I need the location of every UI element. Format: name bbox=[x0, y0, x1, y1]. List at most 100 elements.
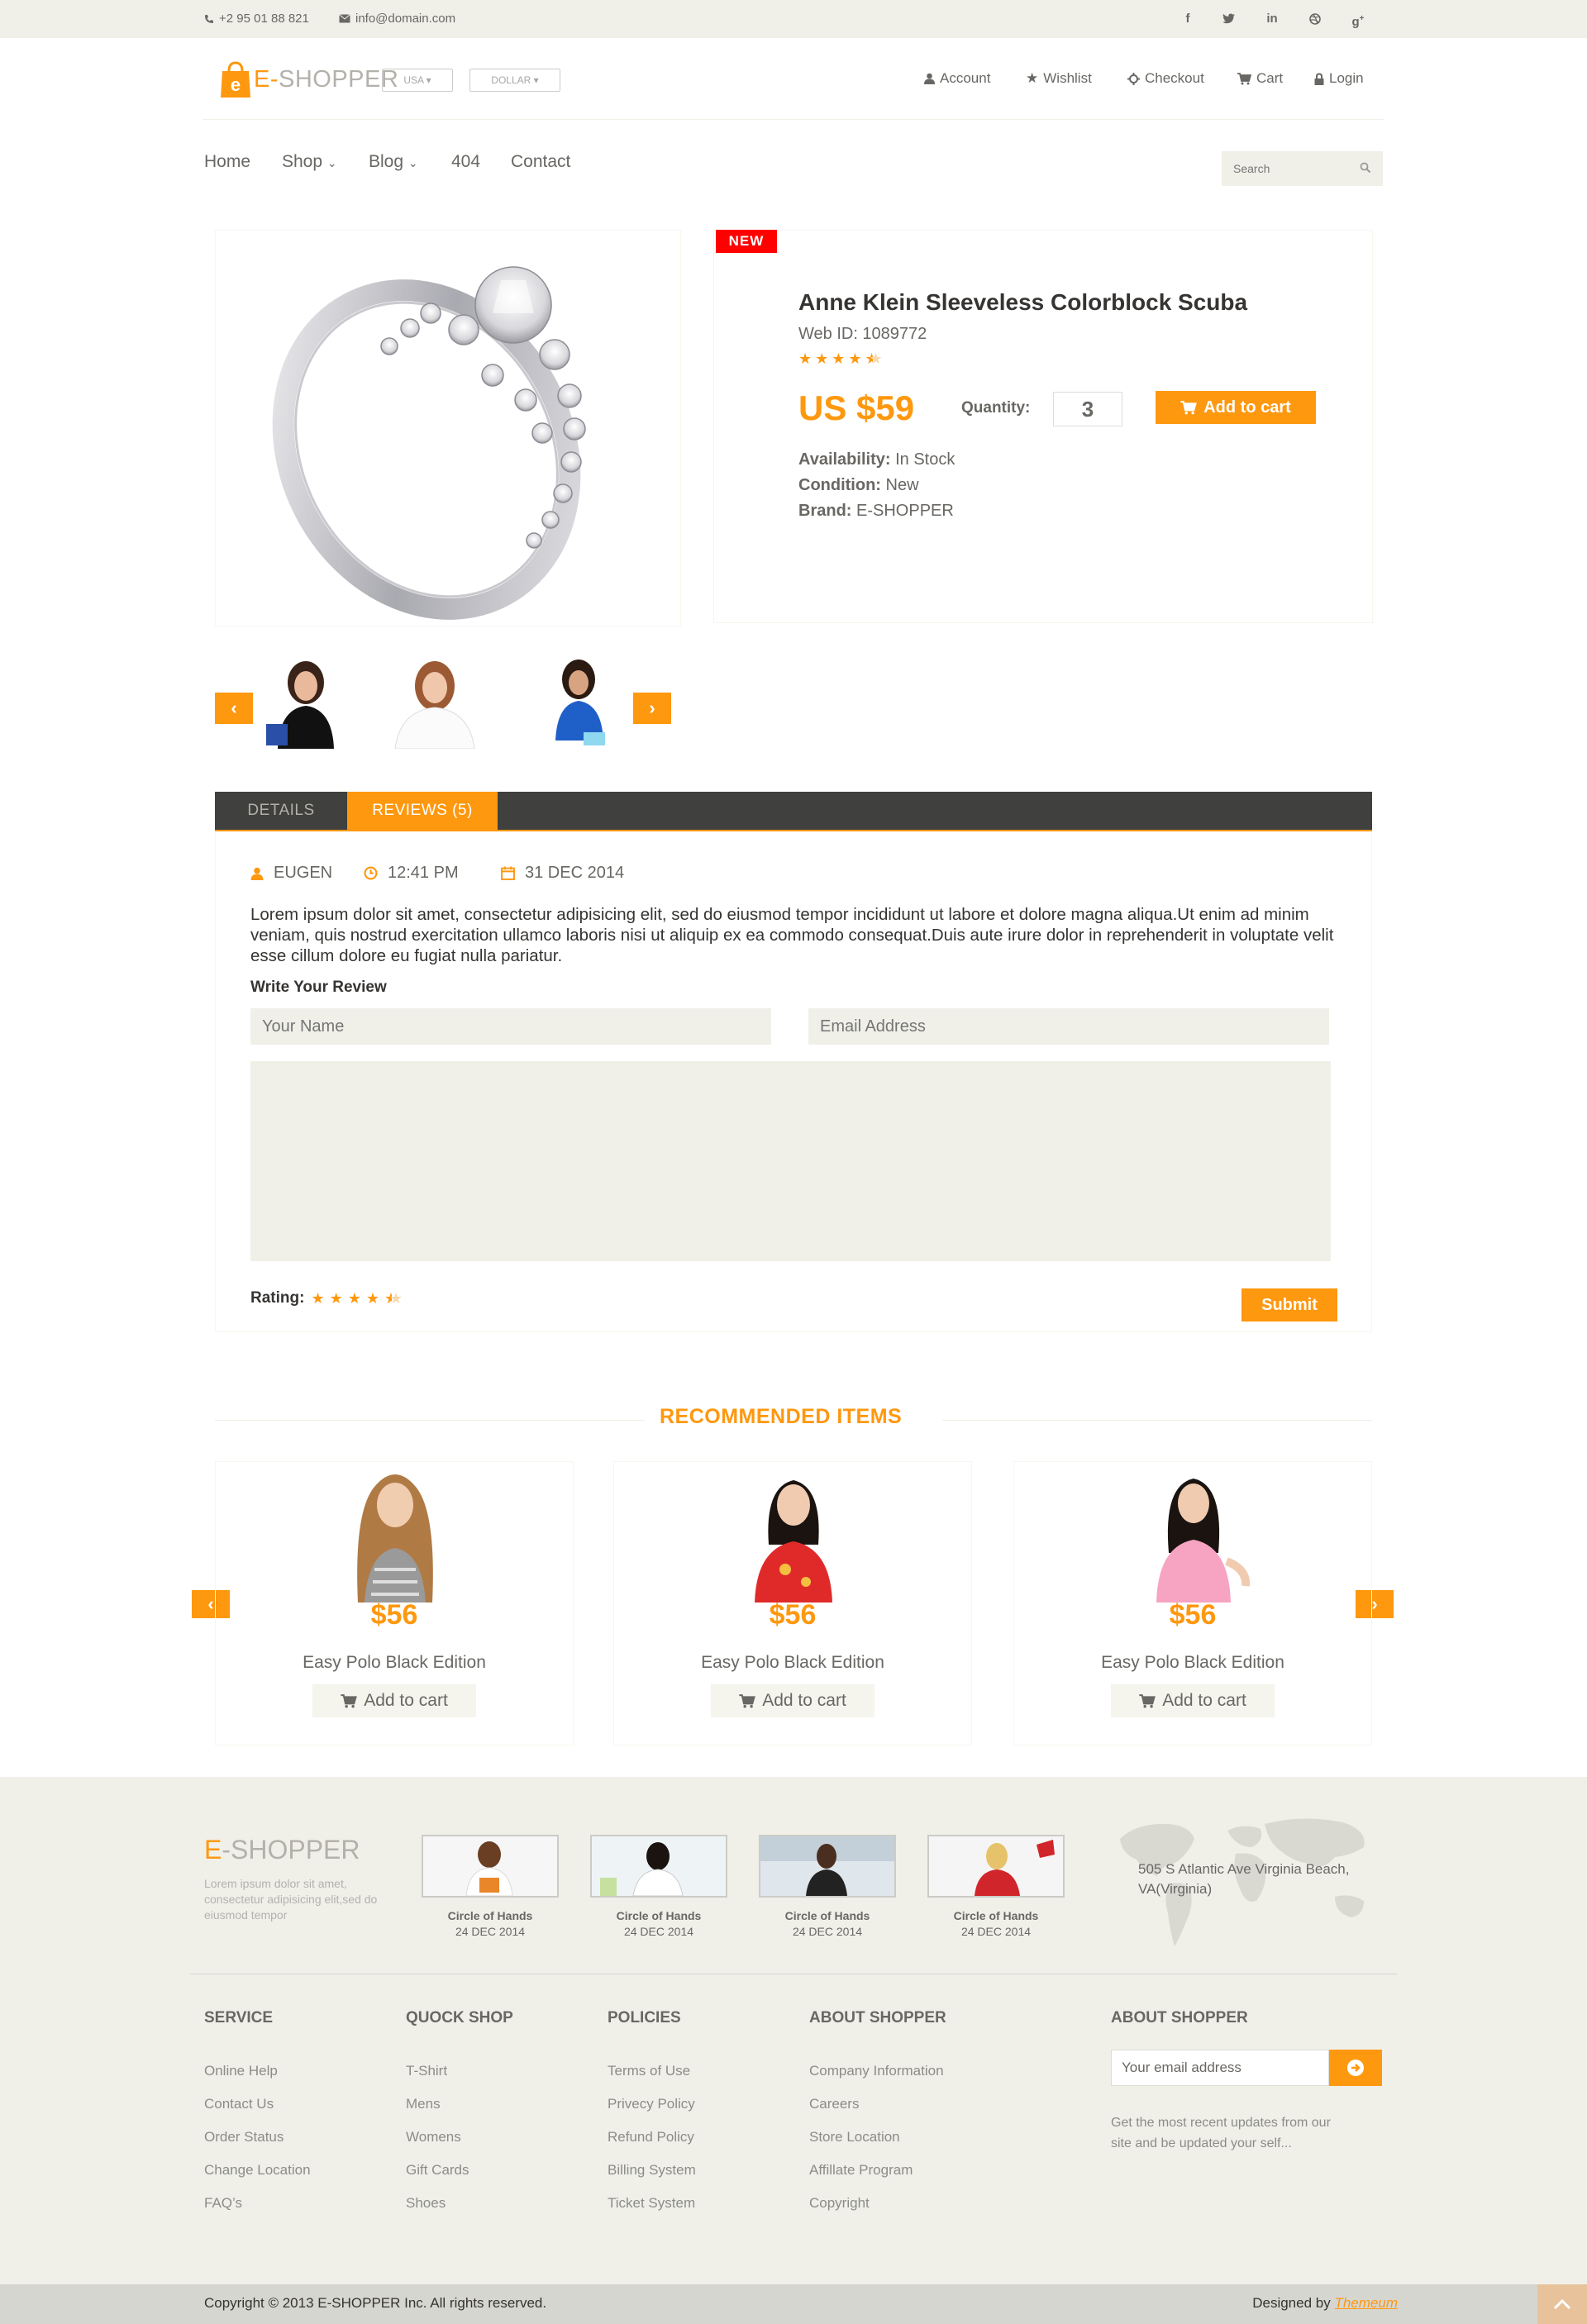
write-review-heading: Write Your Review bbox=[250, 979, 387, 996]
footer-logo[interactable]: E-SHOPPER bbox=[204, 1835, 360, 1865]
recommended-price: $56 bbox=[769, 1599, 817, 1631]
footer-link[interactable]: Ticket System bbox=[608, 2187, 696, 2220]
chevron-up-icon bbox=[1553, 2298, 1571, 2310]
nav-shop[interactable]: Shop ⌄ bbox=[282, 152, 337, 172]
twitter-icon[interactable] bbox=[1218, 8, 1240, 30]
login-link[interactable]: Login bbox=[1314, 70, 1364, 87]
footer-link[interactable]: Contact Us bbox=[204, 2088, 311, 2121]
footer-link[interactable]: FAQ’s bbox=[204, 2187, 311, 2220]
new-badge: NEW bbox=[716, 230, 777, 253]
crosshairs-icon bbox=[1127, 72, 1140, 85]
google-plus-icon[interactable]: g+ bbox=[1347, 8, 1369, 30]
footer-link[interactable]: Online Help bbox=[204, 2055, 311, 2088]
video-thumbnail[interactable] bbox=[590, 1835, 727, 1898]
footer-link[interactable]: Order Status bbox=[204, 2121, 311, 2154]
email-contact[interactable]: info@domain.com bbox=[339, 12, 455, 26]
tab-reviews[interactable]: REVIEWS (5) bbox=[347, 792, 498, 830]
footer-link[interactable]: Store Location bbox=[809, 2121, 944, 2154]
cart-icon bbox=[1180, 400, 1198, 414]
linkedin-icon[interactable]: in bbox=[1261, 8, 1283, 30]
add-to-cart-button[interactable]: Add to cart bbox=[1156, 391, 1316, 424]
footer-link[interactable]: Careers bbox=[809, 2088, 944, 2121]
clock-icon bbox=[364, 866, 378, 880]
logo-text: E-SHOPPER bbox=[254, 65, 399, 93]
footer-link[interactable]: T-Shirt bbox=[406, 2055, 469, 2088]
quantity-input[interactable]: 3 bbox=[1053, 392, 1122, 426]
phone-contact[interactable]: +2 95 01 88 821 bbox=[204, 12, 309, 26]
thumbs-next-button[interactable]: › bbox=[633, 693, 671, 724]
store-address: 505 S Atlantic Ave Virginia Beach, VA(Vi… bbox=[1138, 1861, 1350, 1897]
rating-stars[interactable]: ★★★★★★ bbox=[311, 1290, 407, 1307]
nav-blog[interactable]: Blog ⌄ bbox=[369, 152, 418, 172]
recommended-add-to-cart-button[interactable]: Add to cart bbox=[711, 1684, 875, 1717]
thumbnail-3[interactable] bbox=[537, 658, 628, 749]
footer-link[interactable]: Womens bbox=[406, 2121, 469, 2154]
currency-dropdown[interactable]: DOLLAR ▾ bbox=[469, 69, 560, 92]
video-caption: Circle of Hands 24 DEC 2014 bbox=[447, 1909, 533, 1938]
checkout-link[interactable]: Checkout bbox=[1127, 70, 1204, 87]
nav-contact[interactable]: Contact bbox=[511, 152, 570, 172]
footer-heading-policies: POLICIES bbox=[608, 2009, 681, 2026]
recommended-divider-right bbox=[942, 1420, 1372, 1421]
quantity-label: Quantity: bbox=[961, 399, 1031, 417]
wishlist-link[interactable]: ★ Wishlist bbox=[1026, 70, 1092, 87]
footer-link[interactable]: Change Location bbox=[204, 2154, 311, 2187]
footer-links-service: Online Help Contact Us Order Status Chan… bbox=[204, 2055, 311, 2220]
thumbnail-2[interactable] bbox=[377, 658, 498, 750]
footer-link[interactable]: Billing System bbox=[608, 2154, 696, 2187]
facebook-icon[interactable]: f bbox=[1177, 8, 1199, 30]
footer-link[interactable]: Privecy Policy bbox=[608, 2088, 696, 2121]
footer-link[interactable]: Terms of Use bbox=[608, 2055, 696, 2088]
footer-link[interactable]: Affillate Program bbox=[809, 2154, 944, 2187]
review-rating: Rating: ★★★★★★ bbox=[250, 1289, 408, 1307]
product-image bbox=[215, 230, 681, 626]
scroll-to-top-button[interactable] bbox=[1537, 2284, 1587, 2324]
footer-links-about: Company Information Careers Store Locati… bbox=[809, 2055, 944, 2220]
dribbble-icon[interactable] bbox=[1304, 8, 1326, 30]
product-photo bbox=[1156, 1479, 1251, 1603]
search-icon[interactable] bbox=[1360, 162, 1371, 174]
tab-details[interactable]: DETAILS bbox=[215, 792, 347, 830]
site-logo[interactable]: e E-SHOPPER bbox=[219, 60, 398, 99]
footer-link[interactable]: Refund Policy bbox=[608, 2121, 696, 2154]
phone-number: +2 95 01 88 821 bbox=[219, 12, 309, 26]
star-icon: ★ bbox=[1026, 70, 1039, 86]
recommended-name[interactable]: Easy Polo Black Edition bbox=[1013, 1653, 1372, 1673]
recommended-name[interactable]: Easy Polo Black Edition bbox=[215, 1653, 574, 1673]
account-link[interactable]: Account bbox=[924, 70, 990, 87]
recommended-name[interactable]: Easy Polo Black Edition bbox=[613, 1653, 972, 1673]
nav-404[interactable]: 404 bbox=[451, 152, 480, 172]
search-input[interactable] bbox=[1222, 151, 1354, 186]
video-thumbnail[interactable] bbox=[927, 1835, 1065, 1898]
product-price: US $59 bbox=[798, 388, 915, 427]
thumbnail-1[interactable] bbox=[261, 658, 352, 749]
submit-review-button[interactable]: Submit bbox=[1241, 1288, 1337, 1322]
newsletter-email-input[interactable]: Your email address bbox=[1111, 2050, 1329, 2086]
footer-link[interactable]: Copyright bbox=[809, 2187, 944, 2220]
newsletter-submit-button[interactable] bbox=[1329, 2050, 1382, 2086]
footer-link[interactable]: Shoes bbox=[406, 2187, 469, 2220]
video-caption: Circle of Hands 24 DEC 2014 bbox=[784, 1909, 870, 1938]
review-textarea[interactable] bbox=[250, 1061, 1331, 1261]
review-email-input[interactable] bbox=[808, 1008, 1329, 1045]
calendar-icon bbox=[501, 866, 515, 880]
recommended-add-to-cart-button[interactable]: Add to cart bbox=[312, 1684, 476, 1717]
designer-link[interactable]: Themeum bbox=[1334, 2295, 1398, 2311]
thumbs-prev-button[interactable]: ‹ bbox=[215, 693, 253, 724]
footer-link[interactable]: Gift Cards bbox=[406, 2154, 469, 2187]
cart-icon bbox=[1237, 72, 1251, 84]
footer-link[interactable]: Mens bbox=[406, 2088, 469, 2121]
brand: Brand: E-SHOPPER bbox=[798, 502, 954, 520]
cart-link[interactable]: Cart bbox=[1237, 70, 1283, 87]
svg-text:e: e bbox=[231, 74, 241, 95]
country-dropdown[interactable]: USA ▾ bbox=[382, 69, 453, 92]
availability: Availability: In Stock bbox=[798, 450, 956, 469]
footer-link[interactable]: Company Information bbox=[809, 2055, 944, 2088]
nav-home[interactable]: Home bbox=[204, 152, 250, 172]
video-thumbnail[interactable] bbox=[422, 1835, 559, 1898]
video-thumbnail[interactable] bbox=[759, 1835, 896, 1898]
recommended-add-to-cart-button[interactable]: Add to cart bbox=[1111, 1684, 1275, 1717]
header-divider bbox=[203, 119, 1384, 120]
review-name-input[interactable] bbox=[250, 1008, 771, 1045]
web-id: Web ID: 1089772 bbox=[798, 325, 927, 343]
